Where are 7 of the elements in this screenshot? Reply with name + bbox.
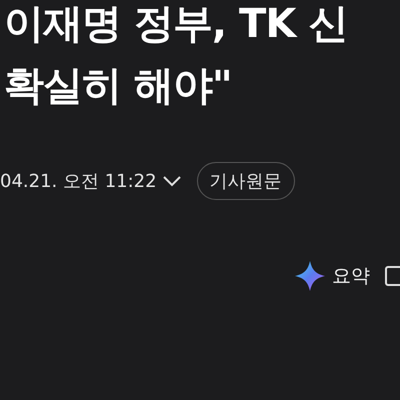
original-article-button[interactable]: 기사원문	[196, 162, 295, 200]
headline-text: 이재명 정부, TK 신	[4, 0, 348, 48]
headline-text: 확실히 해야"	[4, 62, 233, 110]
sparkle-icon[interactable]	[294, 260, 326, 292]
summary-label[interactable]: 요약	[332, 263, 370, 289]
chevron-down-icon[interactable]	[160, 174, 183, 188]
article-date: 04.21. 오전 11:22	[0, 170, 157, 193]
